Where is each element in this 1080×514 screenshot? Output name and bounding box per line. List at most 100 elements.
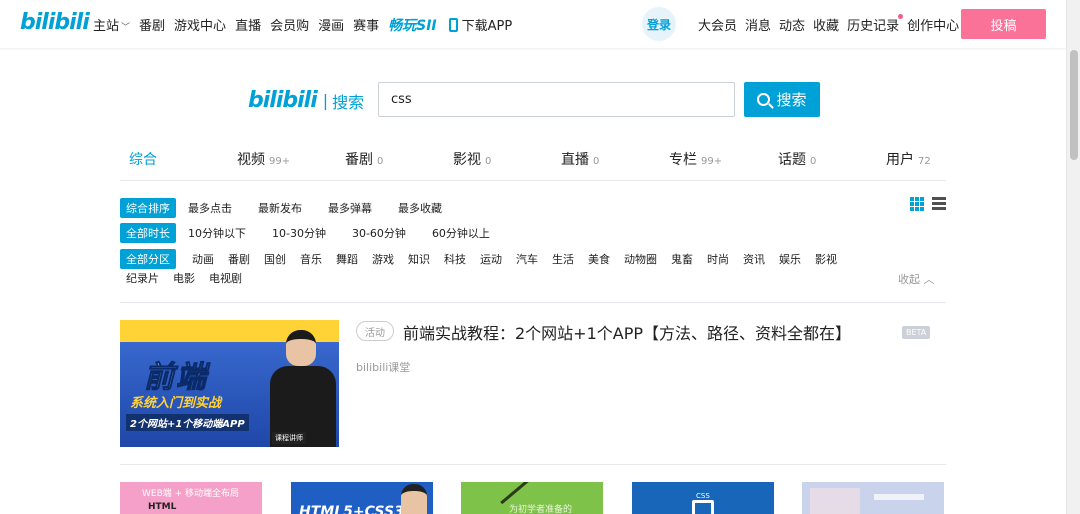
category-option[interactable]: 娱乐: [779, 251, 801, 267]
page-scrollbar[interactable]: [1066, 0, 1080, 514]
result-title[interactable]: 前端实战教程：2个网站+1个APP【方法、路径、资料全都在】: [403, 320, 851, 344]
list-view-icon[interactable]: [932, 197, 946, 211]
search-logo-label: 搜索: [332, 92, 365, 112]
category-option[interactable]: 影视: [815, 251, 837, 267]
view-toggle: [910, 197, 946, 211]
video-card[interactable]: HTML5+CSS3: [291, 482, 433, 514]
css-shield-icon: [692, 500, 714, 514]
category-option[interactable]: 生活: [552, 251, 574, 267]
user-nav: 大会员 消息 动态 收藏 历史记录 创作中心: [698, 14, 967, 34]
nav-history[interactable]: 历史记录: [847, 14, 904, 34]
nav-mall[interactable]: 会员购: [270, 15, 309, 35]
tab-bangumi[interactable]: 番剧 0: [345, 149, 383, 169]
category-option[interactable]: 知识: [408, 251, 430, 267]
video-card[interactable]: WEB端 + 移动端全布局 HTML: [120, 482, 262, 514]
thumbnail-caption: 2个网站+1个移动端APP: [126, 414, 249, 431]
bilibili-logo[interactable]: bilibili: [20, 10, 90, 35]
category-option[interactable]: 纪录片: [126, 270, 159, 286]
card-text: WEB端 + 移动端全布局: [142, 489, 240, 499]
beta-badge: BETA: [902, 326, 931, 339]
category-option[interactable]: 动画: [192, 251, 214, 267]
nav-esports[interactable]: 赛事: [353, 15, 379, 35]
category-option[interactable]: 时尚: [707, 251, 729, 267]
upload-button[interactable]: 投稿: [961, 9, 1046, 39]
tab-movie[interactable]: 影视 0: [453, 149, 491, 169]
search-logo[interactable]: bilibili | 搜索: [248, 88, 364, 113]
nav-dynamics[interactable]: 动态: [779, 15, 805, 34]
scrollbar-thumb[interactable]: [1070, 50, 1078, 160]
duration-option[interactable]: 10分钟以下: [188, 225, 246, 241]
nav-main-site[interactable]: 主站 ﹀: [93, 15, 130, 35]
search-icon: [757, 93, 771, 106]
duration-option[interactable]: 60分钟以上: [432, 225, 490, 241]
search-logo-separator: |: [322, 91, 329, 110]
category-option[interactable]: 电影: [173, 270, 195, 286]
video-card[interactable]: [802, 482, 944, 514]
nav-live[interactable]: 直播: [235, 15, 261, 35]
tab-user[interactable]: 用户 72: [886, 149, 931, 169]
nav-creator-center[interactable]: 创作中心: [907, 15, 959, 34]
category-active-pill[interactable]: 全部分区: [120, 249, 176, 269]
instructor-photo: [266, 326, 338, 447]
phone-icon: [448, 18, 458, 32]
category-option[interactable]: 电视剧: [209, 270, 242, 286]
login-button[interactable]: 登录: [642, 7, 676, 41]
result-thumbnail[interactable]: 前端 系统入门到实战 2个网站+1个移动端APP 课程讲师: [120, 320, 339, 447]
category-option[interactable]: 音乐: [300, 251, 322, 267]
anime-illustration: [810, 488, 860, 514]
main-nav: 主站 ﹀ 番剧 游戏中心 直播 会员购 漫画 赛事 畅玩SII 下载APP: [93, 15, 521, 35]
video-card[interactable]: CSS: [632, 482, 774, 514]
category-option[interactable]: 番剧: [228, 251, 250, 267]
category-option[interactable]: 运动: [480, 251, 502, 267]
nav-messages[interactable]: 消息: [745, 15, 771, 34]
card-text: CSS: [696, 492, 710, 500]
duration-filter-row: 全部时长 10分钟以下 10-30分钟 30-60分钟 60分钟以上: [120, 223, 490, 243]
sort-option[interactable]: 最多弹幕: [328, 200, 372, 216]
category-option[interactable]: 国创: [264, 251, 286, 267]
nav-manga[interactable]: 漫画: [318, 15, 344, 35]
video-card[interactable]: 为初学者准备的: [461, 482, 603, 514]
card-decoration: [874, 494, 924, 500]
activity-tag: 活动: [356, 321, 394, 341]
tab-live[interactable]: 直播 0: [561, 149, 599, 169]
search-button[interactable]: 搜索: [744, 82, 820, 117]
sort-option[interactable]: 最新发布: [258, 200, 302, 216]
sort-option[interactable]: 最多点击: [188, 200, 232, 216]
chevron-up-icon: ︿: [923, 273, 935, 286]
category-option[interactable]: 游戏: [372, 251, 394, 267]
category-option[interactable]: 科技: [444, 251, 466, 267]
nav-anime[interactable]: 番剧: [139, 15, 165, 35]
nav-game-center[interactable]: 游戏中心: [174, 15, 226, 35]
category-option[interactable]: 资讯: [743, 251, 765, 267]
search-input[interactable]: [378, 82, 735, 117]
duration-option[interactable]: 30-60分钟: [352, 225, 406, 241]
category-option[interactable]: 动物圈: [624, 251, 657, 267]
grid-view-icon[interactable]: [910, 197, 924, 211]
collapse-filters[interactable]: 收起 ︿: [898, 271, 935, 287]
sort-filter-row: 综合排序 最多点击 最新发布 最多弹幕 最多收藏: [120, 198, 442, 218]
nav-vip[interactable]: 大会员: [698, 15, 737, 34]
duration-active-pill[interactable]: 全部时长: [120, 223, 176, 243]
instructor-photo: [401, 484, 427, 514]
result-tabs: 综合 视频 99+ 番剧 0 影视 0 直播 0 专栏 99+ 话题 0 用户 72: [120, 145, 946, 181]
tab-video[interactable]: 视频 99+: [237, 149, 290, 169]
nav-download-app[interactable]: 下载APP: [448, 15, 512, 35]
result-author[interactable]: bilibili课堂: [356, 359, 410, 375]
thumbnail-title: 前端: [144, 360, 208, 396]
category-option[interactable]: 汽车: [516, 251, 538, 267]
sort-option[interactable]: 最多收藏: [398, 200, 442, 216]
category-option[interactable]: 美食: [588, 251, 610, 267]
thumbnail-badge: 课程讲师: [272, 432, 306, 444]
nav-favorites[interactable]: 收藏: [813, 15, 839, 34]
sort-active-pill[interactable]: 综合排序: [120, 198, 176, 218]
duration-option[interactable]: 10-30分钟: [272, 225, 326, 241]
tab-article[interactable]: 专栏 99+: [669, 149, 722, 169]
category-option[interactable]: 鬼畜: [671, 251, 693, 267]
tab-all[interactable]: 综合: [129, 149, 157, 169]
tab-topic[interactable]: 话题 0: [778, 149, 816, 169]
game-logo[interactable]: 畅玩SII: [388, 15, 437, 35]
card-text: HTML5+CSS3: [299, 504, 404, 514]
category-filter-row: 全部分区 动画 番剧 国创 音乐 舞蹈 游戏 知识 科技 运动 汽车 生活 美食…: [120, 249, 837, 269]
notification-dot: [898, 14, 904, 19]
category-option[interactable]: 舞蹈: [336, 251, 358, 267]
